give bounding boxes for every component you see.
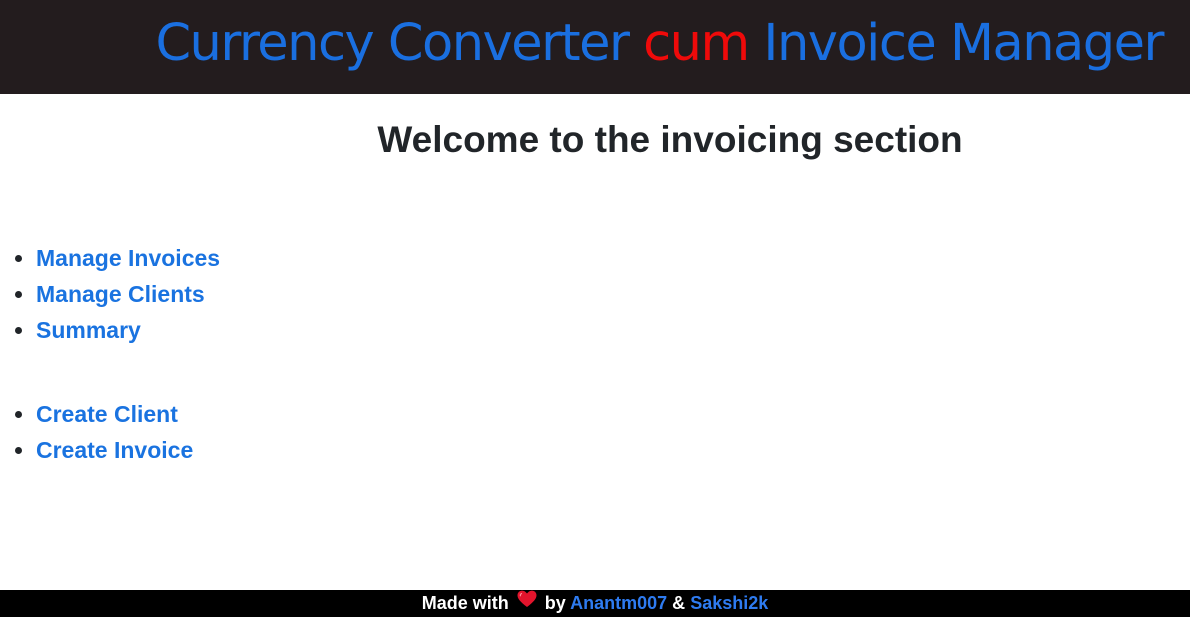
list-item: Create Client bbox=[36, 396, 193, 432]
app-title: Currency Converter cum Invoice Manager bbox=[155, 12, 1164, 76]
primary-nav-list: Manage Invoices Manage Clients Summary bbox=[0, 240, 220, 348]
manage-invoices-link[interactable]: Manage Invoices bbox=[36, 245, 220, 271]
summary-link[interactable]: Summary bbox=[36, 317, 141, 343]
list-item: Manage Clients bbox=[36, 276, 220, 312]
app-title-accent: cum bbox=[643, 14, 750, 73]
author-sakshi2k-link[interactable]: Sakshi2k bbox=[690, 593, 768, 613]
page-footer: Made with by Anantm007 & Sakshi2k bbox=[0, 590, 1190, 617]
heart-icon bbox=[517, 589, 537, 616]
welcome-heading: Welcome to the invoicing section bbox=[377, 119, 963, 160]
create-nav-list: Create Client Create Invoice bbox=[0, 396, 193, 468]
author-anantm007-link[interactable]: Anantm007 bbox=[570, 593, 667, 613]
footer-by: by bbox=[544, 593, 566, 613]
manage-clients-link[interactable]: Manage Clients bbox=[36, 281, 205, 307]
list-item: Create Invoice bbox=[36, 432, 193, 468]
create-invoice-link[interactable]: Create Invoice bbox=[36, 437, 193, 463]
footer-made-with: Made with bbox=[421, 593, 509, 613]
app-title-part2: Invoice Manager bbox=[748, 14, 1164, 73]
page-header: Currency Converter cum Invoice Manager bbox=[0, 0, 1190, 94]
footer-ampersand: & bbox=[672, 593, 686, 613]
create-client-link[interactable]: Create Client bbox=[36, 401, 178, 427]
app-title-part1: Currency Converter bbox=[155, 14, 644, 73]
list-item: Manage Invoices bbox=[36, 240, 220, 276]
list-item: Summary bbox=[36, 312, 220, 348]
